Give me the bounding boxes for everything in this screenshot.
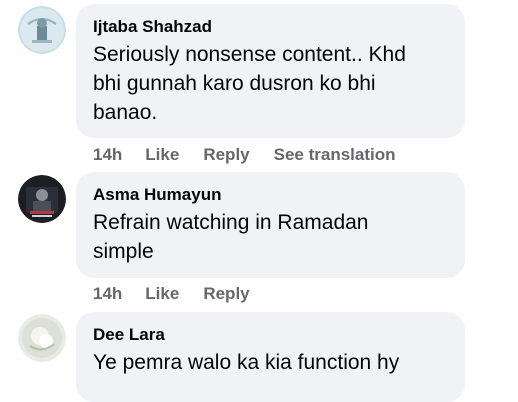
- comment-text: Ye pemra walo ka kia function hy: [93, 351, 400, 374]
- avatar[interactable]: [18, 314, 66, 362]
- reply-button[interactable]: Reply: [203, 145, 249, 165]
- comment-text: Refrain watching in Ramadan simple: [93, 211, 369, 263]
- comment-bubble: Dee Lara Ye pemra walo ka kia function h…: [76, 312, 465, 402]
- comment-actions: 14h Like Reply: [93, 284, 274, 304]
- avatar[interactable]: [18, 6, 66, 54]
- reply-button[interactable]: Reply: [203, 284, 249, 304]
- comment-bubble: Ijtaba Shahzad Seriously nonsense conten…: [76, 4, 465, 138]
- see-translation-button[interactable]: See translation: [274, 145, 396, 165]
- comment-author[interactable]: Ijtaba Shahzad: [93, 17, 447, 37]
- comment-author[interactable]: Asma Humayun: [93, 185, 447, 205]
- like-button[interactable]: Like: [145, 145, 179, 165]
- comment-author[interactable]: Dee Lara: [93, 325, 447, 345]
- avatar[interactable]: [18, 175, 66, 223]
- comment-bubble: Asma Humayun Refrain watching in Ramadan…: [76, 172, 465, 278]
- comment-actions: 14h Like Reply See translation: [93, 145, 420, 165]
- comment-text: Seriously nonsense content.. Khd bhi gun…: [93, 43, 406, 124]
- comment-timestamp[interactable]: 14h: [93, 284, 122, 304]
- like-button[interactable]: Like: [145, 284, 179, 304]
- comment-timestamp[interactable]: 14h: [93, 145, 122, 165]
